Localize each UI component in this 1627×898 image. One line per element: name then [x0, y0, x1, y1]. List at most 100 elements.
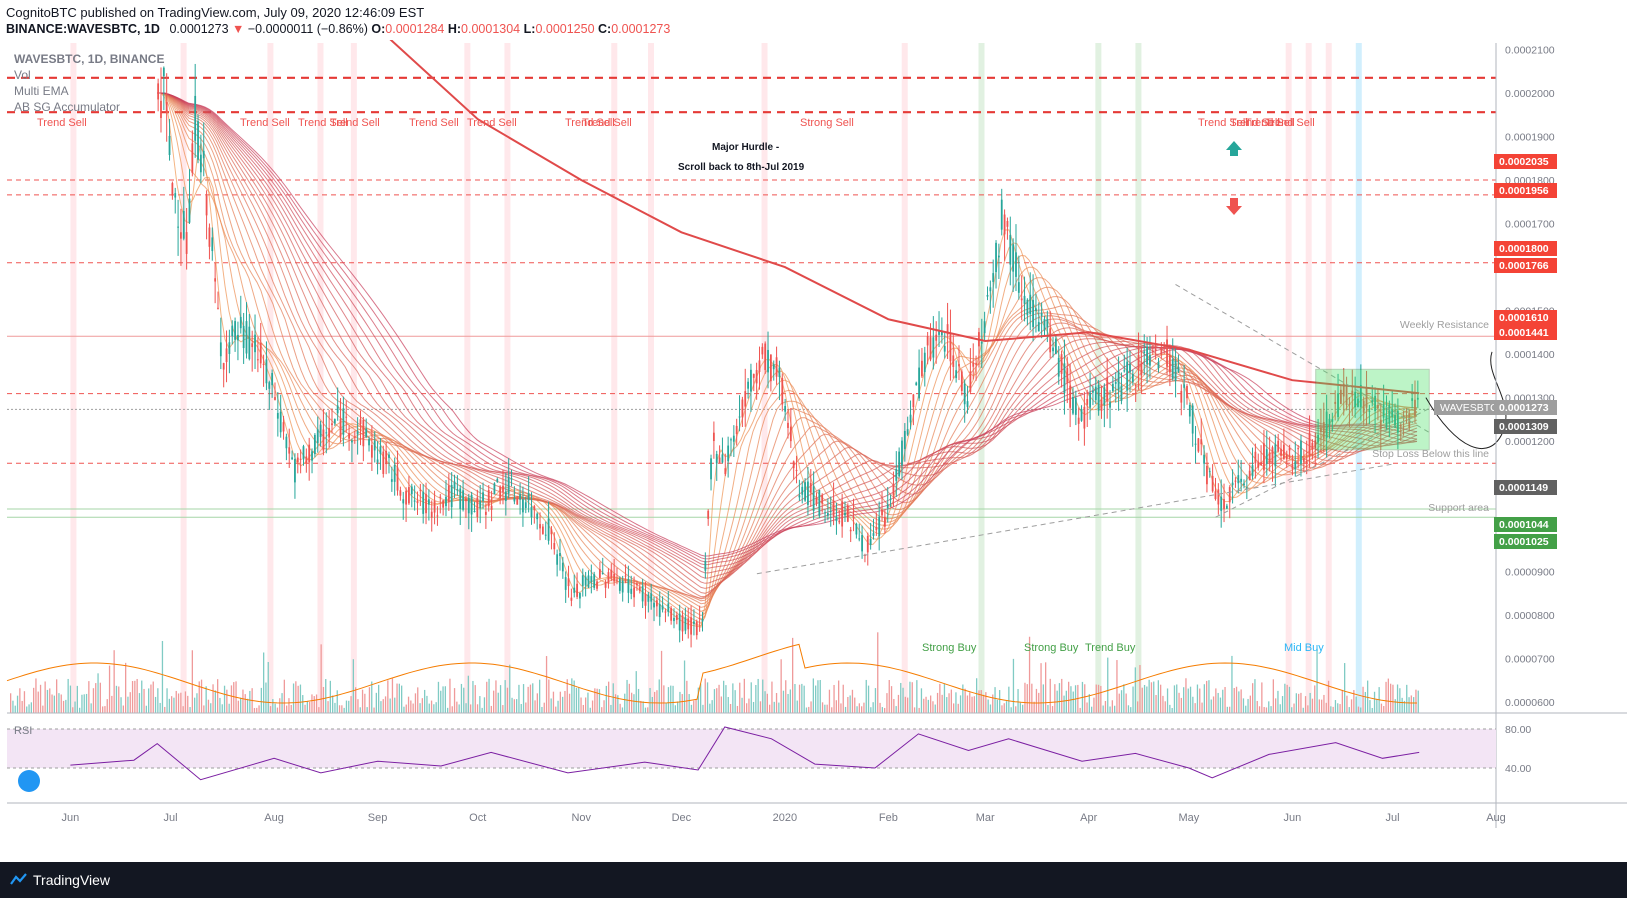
volume-bar: [886, 693, 888, 713]
candle: [630, 588, 633, 594]
candle: [405, 490, 407, 505]
candle: [225, 348, 228, 363]
candle: [342, 408, 345, 435]
candle: [1100, 399, 1103, 411]
volume-bar: [658, 679, 660, 713]
volume-bar: [465, 703, 467, 713]
candle: [567, 578, 570, 587]
candle: [903, 430, 906, 449]
volume-bar: [1311, 698, 1314, 713]
volume-bar: [449, 678, 451, 713]
trend-sell-band: [350, 43, 357, 713]
volume-bar: [111, 695, 113, 713]
volume-bar: [605, 685, 607, 713]
candle: [898, 451, 901, 477]
candle: [1174, 360, 1177, 382]
volume-bar: [522, 684, 525, 713]
candle: [1006, 221, 1009, 227]
volume-bar: [782, 690, 785, 713]
candle: [422, 491, 425, 514]
volume-bar: [1026, 684, 1028, 713]
candle: [641, 586, 644, 602]
volume-bar: [596, 688, 598, 713]
volume-bar: [994, 687, 996, 713]
volume-bar: [405, 704, 407, 713]
candle: [935, 334, 938, 341]
candle: [348, 433, 350, 439]
volume-bar: [419, 703, 421, 713]
candle: [165, 102, 168, 114]
volume-bar: [709, 703, 711, 713]
candle: [841, 501, 844, 527]
volume-bar: [168, 698, 170, 713]
volume-bar: [821, 702, 824, 713]
volume-bar: [177, 693, 180, 713]
volume-bar: [1065, 690, 1067, 713]
strong-sell-label: Strong Sell: [800, 117, 854, 129]
candle: [815, 498, 818, 504]
volume-bar: [187, 695, 189, 713]
candle: [710, 458, 712, 480]
candle: [1265, 449, 1268, 464]
volume-bar: [702, 704, 704, 713]
candle: [906, 429, 909, 435]
volume-bar: [1086, 702, 1088, 713]
candle: [980, 341, 983, 344]
volume-bar: [1277, 690, 1279, 713]
candle: [667, 603, 670, 612]
volume-bar: [647, 707, 649, 713]
volume-bar: [720, 696, 722, 713]
volume-bar: [700, 683, 702, 713]
volume-bar: [1415, 689, 1417, 713]
volume-bar: [796, 700, 798, 713]
weekly-resistance-label: Weekly Resistance: [1400, 319, 1489, 331]
candle: [254, 334, 256, 353]
volume-bar: [214, 690, 216, 713]
volume-bar: [545, 656, 548, 713]
candle: [653, 602, 655, 608]
volume-bar: [407, 696, 410, 713]
candle: [214, 278, 217, 282]
candle: [237, 334, 239, 341]
volume-bar: [269, 706, 272, 713]
rsi-title: RSI: [14, 725, 32, 737]
candle: [855, 523, 858, 535]
candle: [479, 500, 482, 509]
candle: [359, 419, 362, 425]
candle: [1203, 454, 1205, 464]
volume-bar: [322, 686, 325, 713]
volume-bar: [442, 686, 444, 713]
candle: [889, 498, 892, 500]
candle: [1037, 321, 1040, 332]
volume-bar: [725, 685, 727, 713]
price-chart[interactable]: WAVESBTC, 1D, BINANCE Vol Multi EMA AB SG A…: [0, 40, 1627, 862]
volume-bar: [433, 704, 435, 713]
volume-bar: [589, 707, 591, 713]
volume-bar: [1093, 697, 1095, 713]
volume-bar: [1102, 705, 1104, 713]
candle: [325, 432, 328, 434]
volume-bar: [1153, 681, 1155, 713]
volume-bar: [1148, 679, 1150, 713]
candle: [735, 425, 738, 434]
candle: [490, 505, 493, 510]
volume-bar: [288, 698, 290, 713]
volume-bar: [1049, 678, 1051, 713]
high-value: 0.0001304: [461, 22, 521, 36]
trend-sell-label: Trend Sell: [37, 117, 87, 129]
candle: [872, 533, 875, 536]
candle: [593, 574, 596, 588]
candle: [618, 578, 621, 591]
mid-buy-label: Mid Buy: [1284, 642, 1324, 654]
candle: [462, 490, 464, 510]
candle: [986, 294, 989, 297]
volume-bar: [366, 707, 368, 713]
candle: [866, 536, 869, 553]
volume-bar: [1139, 665, 1141, 713]
volume-bar: [1291, 707, 1293, 713]
candle: [282, 422, 285, 432]
candle: [1237, 475, 1240, 484]
footer: TradingView: [0, 862, 1627, 898]
volume-bar: [943, 683, 946, 713]
volume-bar: [233, 682, 235, 713]
